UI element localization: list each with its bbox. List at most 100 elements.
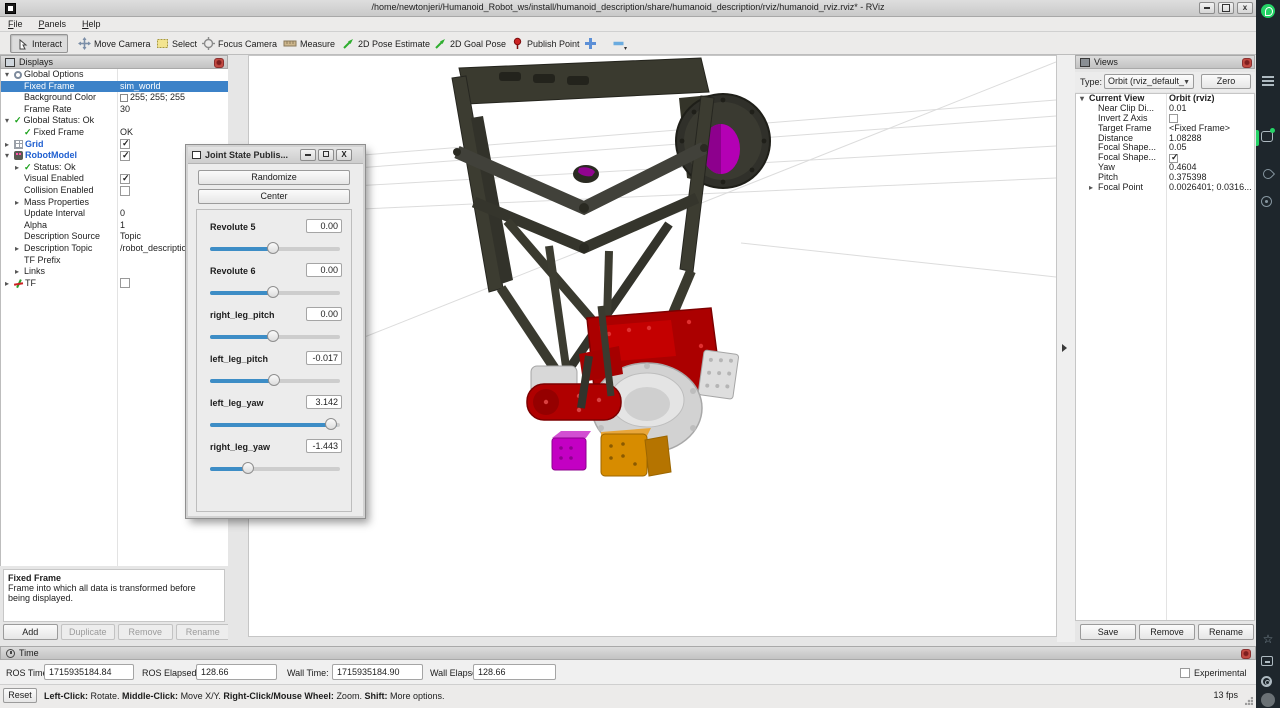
reset-button[interactable]: Reset bbox=[3, 688, 37, 703]
enable-checkbox[interactable] bbox=[120, 278, 130, 288]
dialog-close-button[interactable]: X bbox=[336, 149, 352, 161]
displays-row-global-options[interactable]: ▾Global Options bbox=[1, 69, 228, 81]
tree-right-arrow[interactable]: ▸ bbox=[15, 162, 22, 174]
slider-handle[interactable] bbox=[267, 286, 279, 298]
close-button[interactable]: x bbox=[1237, 2, 1253, 14]
whatsapp-icon[interactable] bbox=[1261, 4, 1275, 18]
row-value[interactable] bbox=[120, 185, 130, 197]
move-camera-tool[interactable]: Move Camera bbox=[72, 34, 157, 53]
views-remove-button[interactable]: Remove bbox=[1139, 624, 1195, 640]
displays-close-icon[interactable] bbox=[214, 58, 224, 68]
enable-checkbox[interactable] bbox=[120, 139, 130, 149]
ros-time-input[interactable]: 1715935184.84 bbox=[44, 664, 134, 680]
row-value[interactable] bbox=[120, 278, 130, 290]
profile-avatar[interactable] bbox=[1261, 693, 1275, 707]
views-rename-button[interactable]: Rename bbox=[1198, 624, 1254, 640]
row-value[interactable]: /robot_descriptio bbox=[120, 243, 187, 255]
right-splitter[interactable] bbox=[1057, 55, 1075, 642]
displays-row-frame-rate[interactable]: Frame Rate30 bbox=[1, 104, 228, 116]
maximize-button[interactable] bbox=[1218, 2, 1234, 14]
render-viewport[interactable] bbox=[248, 55, 1057, 637]
tree-right-arrow[interactable]: ▸ bbox=[5, 139, 12, 151]
minimize-button[interactable] bbox=[1199, 2, 1215, 14]
joint-state-publisher-dialog[interactable]: Joint State Publis... X Randomize Center… bbox=[186, 145, 365, 518]
calls-icon[interactable] bbox=[1261, 167, 1275, 181]
views-row-focal-point[interactable]: ▸Focal Point0.0026401; 0.0316... bbox=[1076, 183, 1254, 193]
row-value[interactable]: Topic bbox=[120, 231, 141, 243]
dialog-maximize-button[interactable] bbox=[318, 149, 334, 161]
tree-down-arrow[interactable]: ▾ bbox=[1080, 94, 1087, 104]
slider-handle[interactable] bbox=[325, 418, 337, 430]
menu-panels[interactable]: Panels bbox=[31, 17, 75, 32]
2d-goal-pose-tool[interactable]: 2D Goal Pose bbox=[428, 34, 512, 53]
enable-checkbox[interactable] bbox=[120, 174, 130, 184]
slider-handle[interactable] bbox=[242, 462, 254, 474]
displays-row-global-status-ok[interactable]: ▾✓Global Status: Ok bbox=[1, 115, 228, 127]
time-close-icon[interactable] bbox=[1241, 649, 1251, 659]
row-value[interactable] bbox=[120, 150, 130, 162]
tree-right-arrow[interactable]: ▸ bbox=[1089, 183, 1096, 193]
interact-tool[interactable]: Interact bbox=[10, 34, 68, 53]
displays-panel-header[interactable]: Displays bbox=[0, 55, 228, 69]
joint-slider[interactable] bbox=[210, 462, 340, 474]
center-button[interactable]: Center bbox=[198, 189, 350, 204]
displays-row-background-color[interactable]: Background Color255; 255; 255 bbox=[1, 92, 228, 104]
remove-tool-tool[interactable] bbox=[606, 34, 631, 53]
status-icon[interactable] bbox=[1261, 196, 1272, 207]
window-titlebar[interactable]: /home/newtonjeri/Humanoid_Robot_ws/insta… bbox=[0, 0, 1256, 17]
2d-pose-estimate-tool[interactable]: 2D Pose Estimate bbox=[336, 34, 436, 53]
joint-slider[interactable] bbox=[210, 330, 340, 342]
slider-handle[interactable] bbox=[268, 374, 280, 386]
joint-slider[interactable] bbox=[210, 286, 340, 298]
row-value[interactable] bbox=[120, 173, 130, 185]
row-value[interactable]: 0 bbox=[120, 208, 125, 220]
randomize-button[interactable]: Randomize bbox=[198, 170, 350, 185]
joint-value-input[interactable]: 0.00 bbox=[306, 263, 342, 277]
row-value[interactable]: 255; 255; 255 bbox=[120, 92, 185, 104]
archived-icon[interactable] bbox=[1261, 656, 1273, 666]
enable-checkbox[interactable] bbox=[1169, 114, 1178, 123]
menu-icon[interactable] bbox=[1261, 74, 1275, 88]
publish-point-tool[interactable]: Publish Point bbox=[505, 34, 586, 53]
views-panel-header[interactable]: Views bbox=[1075, 55, 1255, 69]
panel-expand-icon[interactable] bbox=[1062, 344, 1067, 352]
tree-right-arrow[interactable]: ▸ bbox=[15, 266, 22, 278]
joint-slider[interactable] bbox=[210, 418, 340, 430]
displays-add-button[interactable]: Add bbox=[3, 624, 58, 640]
slider-handle[interactable] bbox=[267, 330, 279, 342]
menu-help[interactable]: Help bbox=[74, 17, 109, 32]
tree-right-arrow[interactable]: ▸ bbox=[15, 243, 22, 255]
measure-tool[interactable]: Measure bbox=[277, 34, 341, 53]
tree-down-arrow[interactable]: ▾ bbox=[5, 69, 12, 81]
joint-value-input[interactable]: 0.00 bbox=[306, 307, 342, 321]
joint-value-input[interactable]: 0.00 bbox=[306, 219, 342, 233]
joint-value-input[interactable]: 3.142 bbox=[306, 395, 342, 409]
row-value[interactable]: 1 bbox=[120, 220, 125, 232]
experimental-checkbox[interactable] bbox=[1180, 668, 1190, 678]
enable-checkbox[interactable] bbox=[120, 186, 130, 196]
menu-file[interactable]: File bbox=[0, 17, 31, 32]
add-tool-tool[interactable] bbox=[578, 34, 603, 53]
joint-slider[interactable] bbox=[210, 242, 340, 254]
settings-icon[interactable] bbox=[1261, 676, 1272, 687]
row-value[interactable]: 0.01 bbox=[1169, 104, 1187, 114]
row-value[interactable]: sim_world bbox=[120, 81, 161, 93]
zero-button[interactable]: Zero bbox=[1201, 74, 1251, 89]
views-close-icon[interactable] bbox=[1242, 58, 1252, 68]
dialog-minimize-button[interactable] bbox=[300, 149, 316, 161]
slider-handle[interactable] bbox=[267, 242, 279, 254]
wall-elapsed-input[interactable]: 128.66 bbox=[473, 664, 556, 680]
displays-row-fixed-frame[interactable]: Fixed Framesim_world bbox=[1, 81, 228, 93]
tree-right-arrow[interactable]: ▸ bbox=[15, 197, 22, 209]
view-type-dropdown[interactable]: Orbit (rviz_default_▼ bbox=[1104, 74, 1194, 89]
time-panel-header[interactable]: Time bbox=[0, 646, 1256, 660]
views-save-button[interactable]: Save bbox=[1080, 624, 1136, 640]
row-value[interactable]: 0.0026401; 0.0316... bbox=[1169, 183, 1252, 193]
enable-checkbox[interactable] bbox=[120, 151, 130, 161]
row-value[interactable]: 30 bbox=[120, 104, 130, 116]
focus-camera-tool[interactable]: Focus Camera bbox=[196, 34, 283, 53]
joint-value-input[interactable]: -0.017 bbox=[306, 351, 342, 365]
row-value[interactable]: OK bbox=[120, 127, 133, 139]
experimental-toggle[interactable]: Experimental bbox=[1180, 668, 1247, 678]
resize-grip[interactable] bbox=[1245, 697, 1253, 705]
